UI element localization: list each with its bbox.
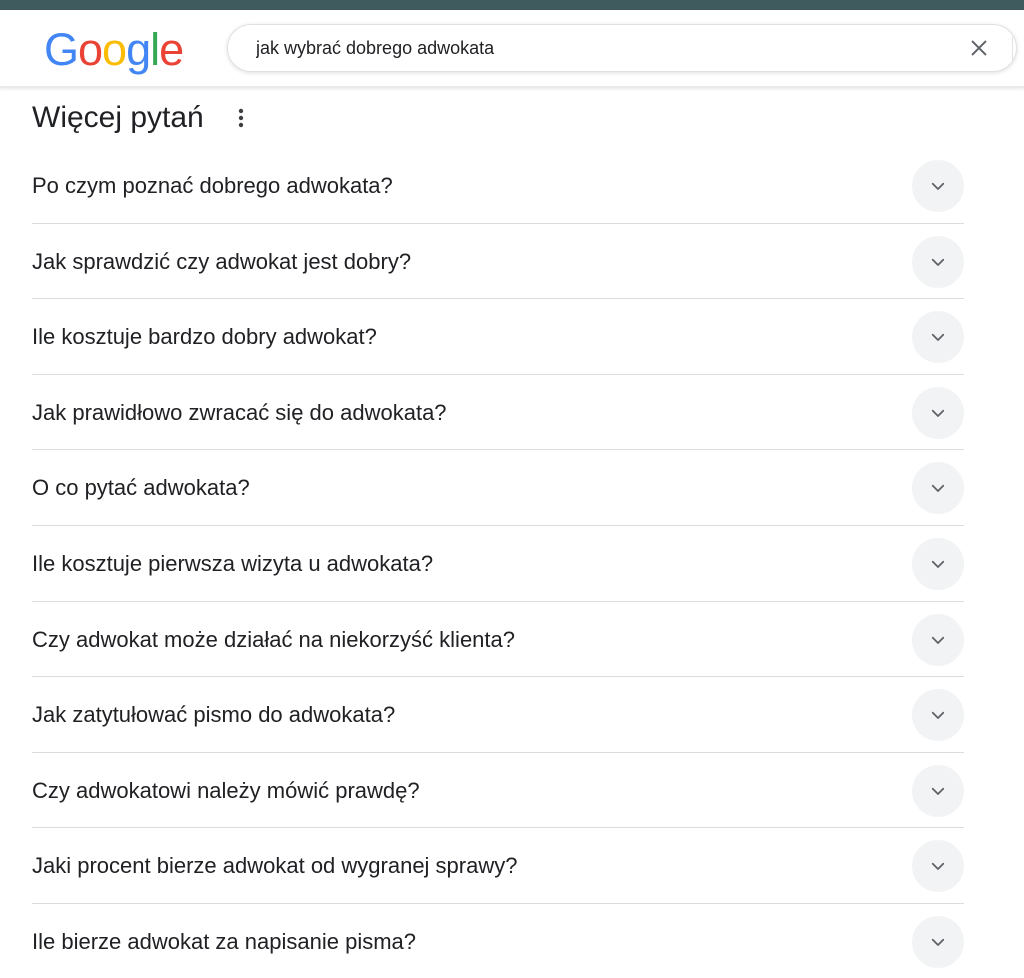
question-item[interactable]: Ile kosztuje bardzo dobry adwokat? [32,299,964,375]
chevron-down-icon [931,258,945,266]
logo-letter: G [44,24,79,75]
question-item[interactable]: Czy adwokat może działać na niekorzyść k… [32,602,964,678]
expand-button[interactable] [912,462,964,515]
logo-letter: e [159,24,184,75]
more-vert-icon [238,108,244,128]
expand-button[interactable] [912,840,964,893]
question-text: Ile kosztuje bardzo dobry adwokat? [32,324,377,350]
clear-search-button[interactable] [964,33,994,63]
logo-letter: o [102,24,127,75]
chevron-down-icon [931,334,945,342]
question-text: Po czym poznać dobrego adwokata? [32,173,393,198]
chevron-down-icon [931,712,945,720]
expand-button[interactable] [912,386,964,439]
question-text: Jak zatytułować pismo do adwokata? [32,702,396,728]
expand-button[interactable] [912,689,964,742]
section-title: Więcej pytań [32,101,204,134]
related-questions-list: Po czym poznać dobrego adwokata? Jak spra… [32,148,964,978]
question-text: Ile bierze adwokat za napisanie pisma? [32,928,417,954]
question-text: O co pytać adwokata? [32,475,250,501]
section-menu-button[interactable] [226,104,256,132]
question-text: Jak prawidłowo zwracać się do adwokata? [32,399,447,425]
search-header: Google [0,10,1024,87]
question-text: Jaki procent bierze adwokat od wygranej … [32,853,518,879]
question-text: Ile kosztuje pierwsza wizyta u adwokata? [32,550,434,576]
expand-button[interactable] [912,235,964,288]
chevron-down-icon [931,182,945,190]
search-input[interactable] [256,25,956,71]
chevron-down-icon [931,787,945,795]
question-item[interactable]: Jak prawidłowo zwracać się do adwokata? [32,375,964,451]
expand-button[interactable] [912,160,964,212]
search-box [227,24,1017,72]
chevron-down-icon [931,485,945,493]
expand-button[interactable] [912,764,964,817]
chevron-down-icon [931,636,945,644]
chevron-down-icon [931,938,945,946]
logo-letter: l [150,24,160,75]
question-text: Czy adwokat może działać na niekorzyść k… [32,626,516,652]
logo-letter: o [78,24,103,75]
logo-letter: g [126,24,151,75]
expand-button[interactable] [912,915,964,968]
question-item[interactable]: Po czym poznać dobrego adwokata? [32,148,964,224]
expand-button[interactable] [912,311,964,364]
google-logo[interactable]: Google [44,24,184,76]
expand-button[interactable] [912,537,964,590]
question-text: Jak sprawdzić czy adwokat jest dobry? [32,248,412,274]
close-icon [971,40,987,56]
question-item[interactable]: Ile kosztuje pierwsza wizyta u adwokata? [32,526,964,602]
search-divider [1012,37,1013,61]
question-item[interactable]: Jaki procent bierze adwokat od wygranej … [32,828,964,904]
question-item[interactable]: O co pytać adwokata? [32,450,964,526]
question-item[interactable]: Jak zatytułować pismo do adwokata? [32,677,964,753]
chevron-down-icon [931,409,945,417]
chevron-down-icon [931,560,945,568]
question-text: Czy adwokatowi należy mówić prawdę? [32,777,420,803]
question-item[interactable]: Czy adwokatowi należy mówić prawdę? [32,753,964,829]
chevron-down-icon [931,863,945,871]
question-item[interactable]: Jak sprawdzić czy adwokat jest dobry? [32,224,964,300]
browser-top-strip [0,0,1024,10]
expand-button[interactable] [912,613,964,666]
question-item[interactable]: Ile bierze adwokat za napisanie pisma? [32,904,964,978]
